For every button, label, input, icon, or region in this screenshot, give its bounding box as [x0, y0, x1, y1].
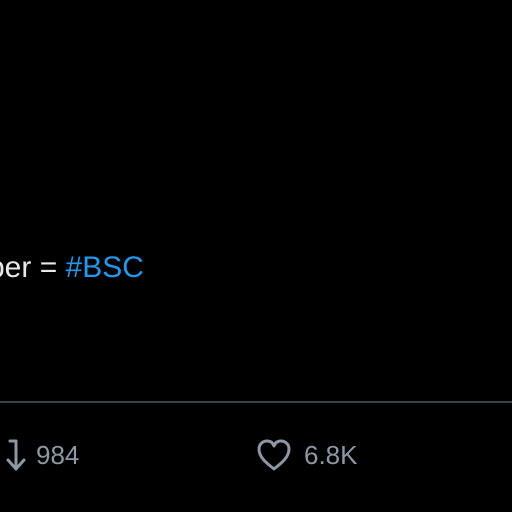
tweet-text-prefix: ber =: [0, 251, 58, 284]
tweet-detail-view: ber = #BSC 984 6.8K: [0, 0, 512, 512]
like-count: 6.8K: [304, 439, 358, 470]
retweet-icon: [0, 435, 26, 475]
like-button[interactable]: 6.8K: [254, 433, 358, 477]
hashtag-link[interactable]: #BSC: [66, 251, 144, 284]
tweet-text: ber = #BSC: [0, 248, 144, 288]
retweet-button[interactable]: 984: [0, 433, 79, 477]
divider: [0, 401, 512, 403]
retweet-count: 984: [36, 439, 80, 470]
heart-icon: [254, 435, 294, 475]
